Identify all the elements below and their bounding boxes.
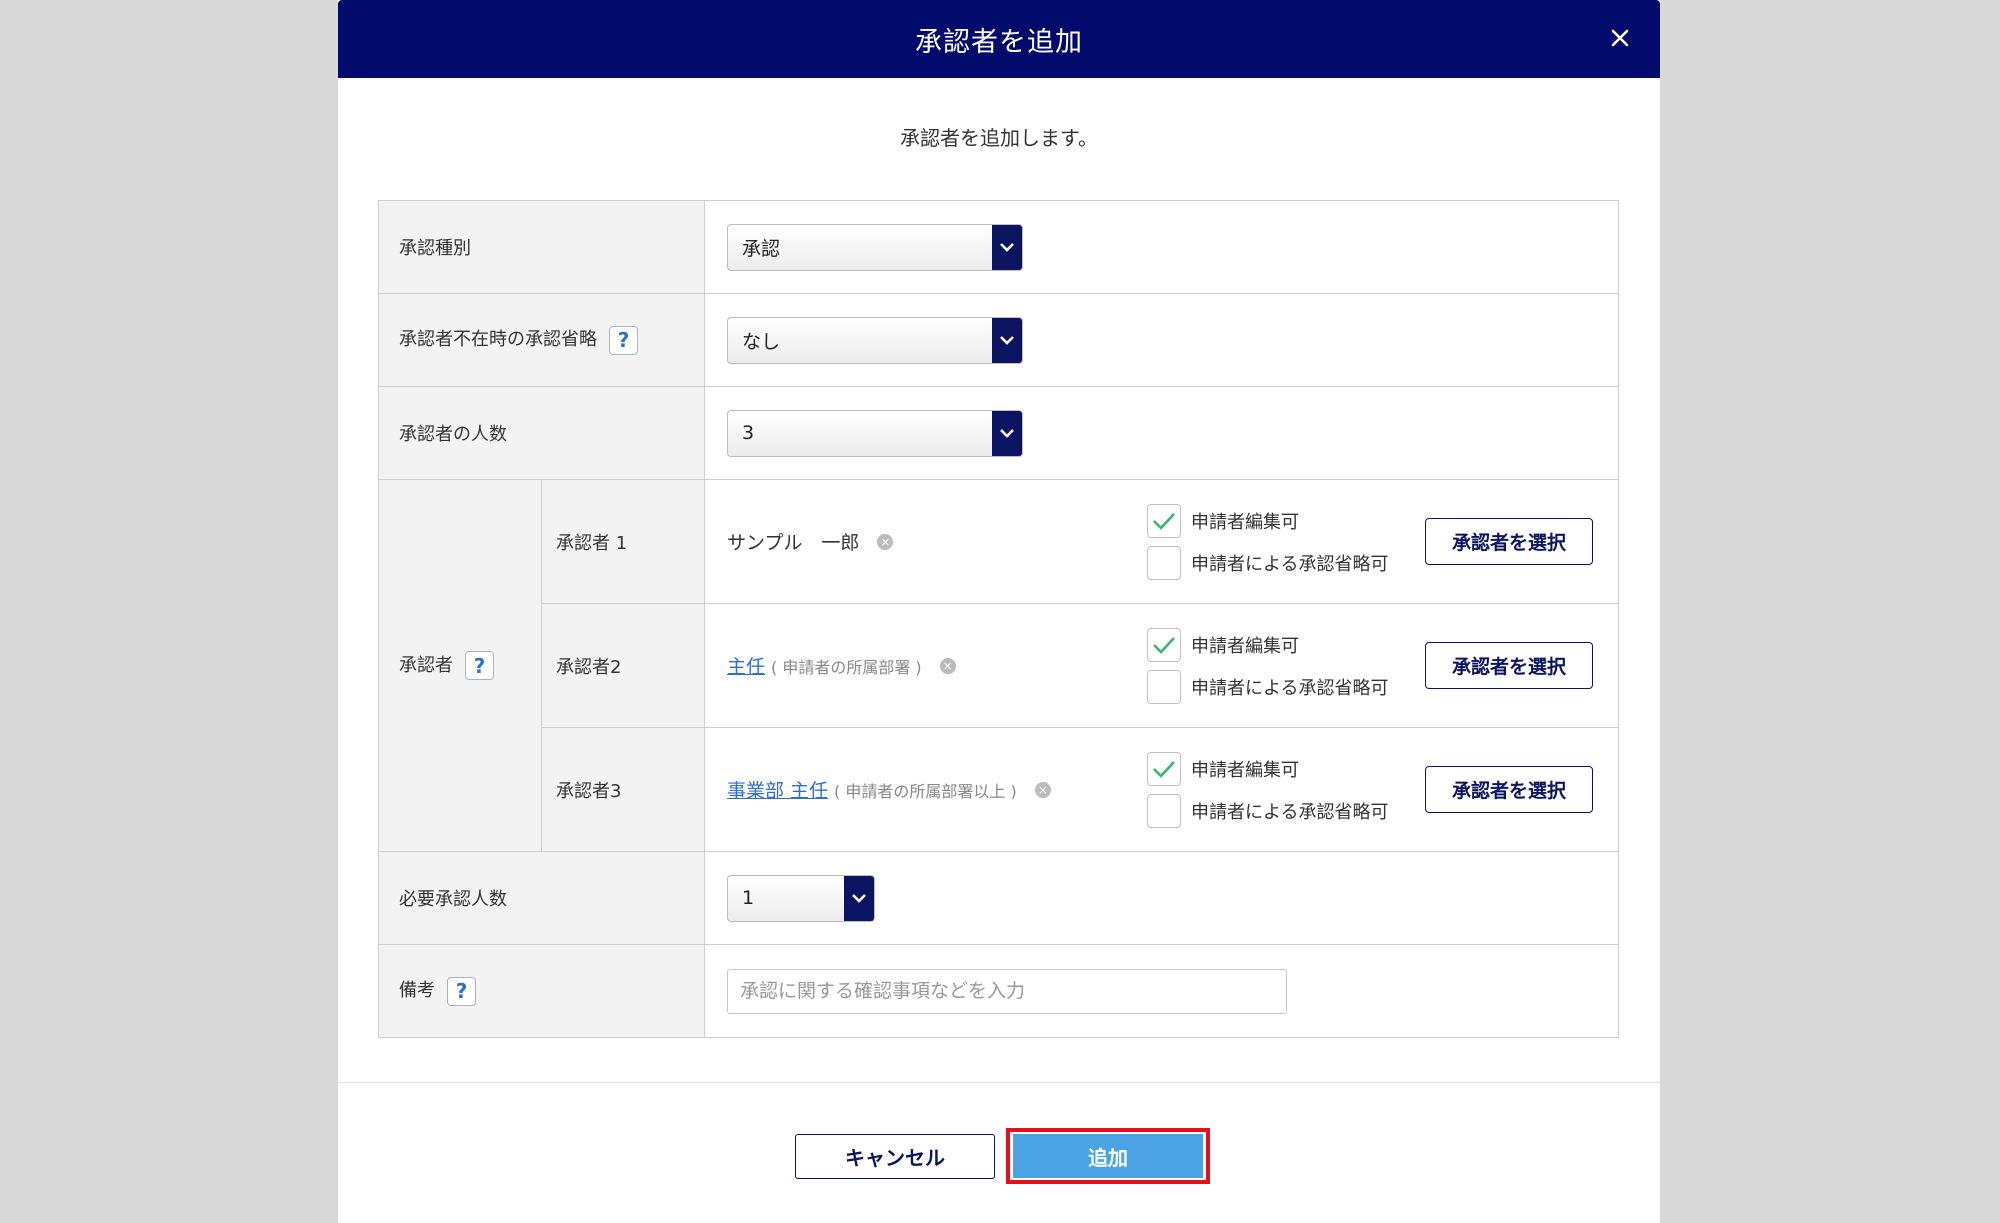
approver-1-editable-checkbox[interactable]: 申請者編集可 (1147, 503, 1425, 538)
check-icon (1153, 760, 1175, 778)
row-absence-skip: 承認者不在時の承認省略? なし (378, 293, 1619, 387)
approver-count-select[interactable]: 3 (727, 409, 1023, 457)
approver-row: 承認者? 承認者 1 サンプル 一郎 × 申請者編集可 申請者による承認省略可 … (378, 479, 1619, 852)
required-count-select[interactable]: 1 (727, 874, 875, 922)
remove-icon[interactable]: × (1034, 781, 1051, 798)
approver-2-editable-checkbox[interactable]: 申請者編集可 (1147, 627, 1425, 662)
absence-skip-value: なし (742, 330, 781, 353)
row-approval-type: 承認種別 承認 (378, 200, 1619, 294)
required-count-label: 必要承認人数 (378, 851, 705, 945)
approver-2-select-button[interactable]: 承認者を選択 (1425, 642, 1593, 689)
approver-3-editable-label: 申請者編集可 (1191, 759, 1299, 781)
help-icon[interactable]: ? (465, 651, 494, 681)
chevron-down-icon (1000, 336, 1014, 345)
approver-3-role-link[interactable]: 事業部 主任 (727, 776, 828, 803)
help-icon[interactable]: ? (609, 325, 638, 355)
approver-2-label: 承認者2 (541, 603, 705, 728)
approver-2-skip-checkbox[interactable]: 申請者による承認省略可 (1147, 669, 1425, 704)
cancel-button[interactable]: キャンセル (795, 1134, 995, 1179)
approval-type-select[interactable]: 承認 (727, 223, 1023, 271)
remove-icon[interactable]: × (877, 533, 894, 550)
approver-1-skip-checkbox[interactable]: 申請者による承認省略可 (1147, 545, 1425, 580)
row-approver-count: 承認者の人数 3 (378, 386, 1619, 480)
memo-label: 備考 (399, 980, 435, 1002)
dialog-header: 承認者を追加 (338, 0, 1660, 78)
add-approver-dialog: 承認者を追加 承認者を追加します。 承認種別 承認 承認者不在時の承認省略? な… (338, 0, 1660, 1223)
approver-3-editable-checkbox[interactable]: 申請者編集可 (1147, 751, 1425, 786)
approver-count-value: 3 (742, 422, 755, 444)
absence-skip-select[interactable]: なし (727, 316, 1023, 364)
absence-skip-label: 承認者不在時の承認省略 (399, 329, 597, 351)
dialog-intro: 承認者を追加します。 (900, 126, 1098, 150)
approver-3-note: ( 申請者の所属部署以上 ) (834, 781, 1017, 801)
chevron-down-icon (852, 894, 866, 903)
approval-type-value: 承認 (742, 237, 781, 260)
approver-1-label: 承認者 1 (541, 479, 705, 604)
approver-2-note: ( 申請者の所属部署 ) (771, 657, 922, 677)
memo-input[interactable] (727, 968, 1287, 1014)
approver-2-role-link[interactable]: 主任 (727, 652, 765, 679)
remove-icon[interactable]: × (939, 657, 956, 674)
approver-form-table: 承認種別 承認 承認者不在時の承認省略? なし 承認者の人数 3 承認者 ? 承… (378, 200, 1619, 1038)
row-memo: 備考? (378, 944, 1619, 1038)
approvers-label: 承認者 (399, 654, 453, 676)
dialog-title: 承認者を追加 (915, 26, 1083, 58)
approver-1-name: サンプル 一郎 (727, 532, 860, 554)
approver-3-select-button[interactable]: 承認者を選択 (1425, 766, 1593, 813)
help-icon[interactable]: ? (447, 976, 476, 1006)
footer-divider (338, 1082, 1660, 1083)
chevron-down-icon (1000, 429, 1014, 438)
approver-count-label: 承認者の人数 (378, 386, 705, 480)
add-button-highlight: 追加 (1006, 1128, 1210, 1184)
approver-2-skip-label: 申請者による承認省略可 (1191, 677, 1389, 699)
check-icon (1153, 512, 1175, 530)
approver-row: 承認者3 事業部 主任 ( 申請者の所属部署以上 ) × 申請者編集可 申請者に… (379, 727, 1619, 852)
check-icon (1153, 636, 1175, 654)
approver-3-skip-checkbox[interactable]: 申請者による承認省略可 (1147, 793, 1425, 828)
approver-1-skip-label: 申請者による承認省略可 (1191, 553, 1389, 575)
close-icon (1611, 29, 1629, 47)
approver-3-skip-label: 申請者による承認省略可 (1191, 801, 1389, 823)
row-required-count: 必要承認人数 1 (378, 851, 1619, 945)
approver-row: 承認者2 主任 ( 申請者の所属部署 ) × 申請者編集可 申請者による承認省略… (379, 603, 1619, 728)
required-count-value: 1 (742, 887, 755, 909)
chevron-down-icon (1000, 243, 1014, 252)
approver-3-label: 承認者3 (541, 727, 705, 852)
approval-type-label: 承認種別 (378, 200, 705, 294)
close-button[interactable] (1602, 20, 1638, 56)
approver-2-editable-label: 申請者編集可 (1191, 635, 1299, 657)
approver-1-select-button[interactable]: 承認者を選択 (1425, 518, 1593, 565)
add-button[interactable]: 追加 (1013, 1134, 1203, 1178)
approver-1-editable-label: 申請者編集可 (1191, 511, 1299, 533)
